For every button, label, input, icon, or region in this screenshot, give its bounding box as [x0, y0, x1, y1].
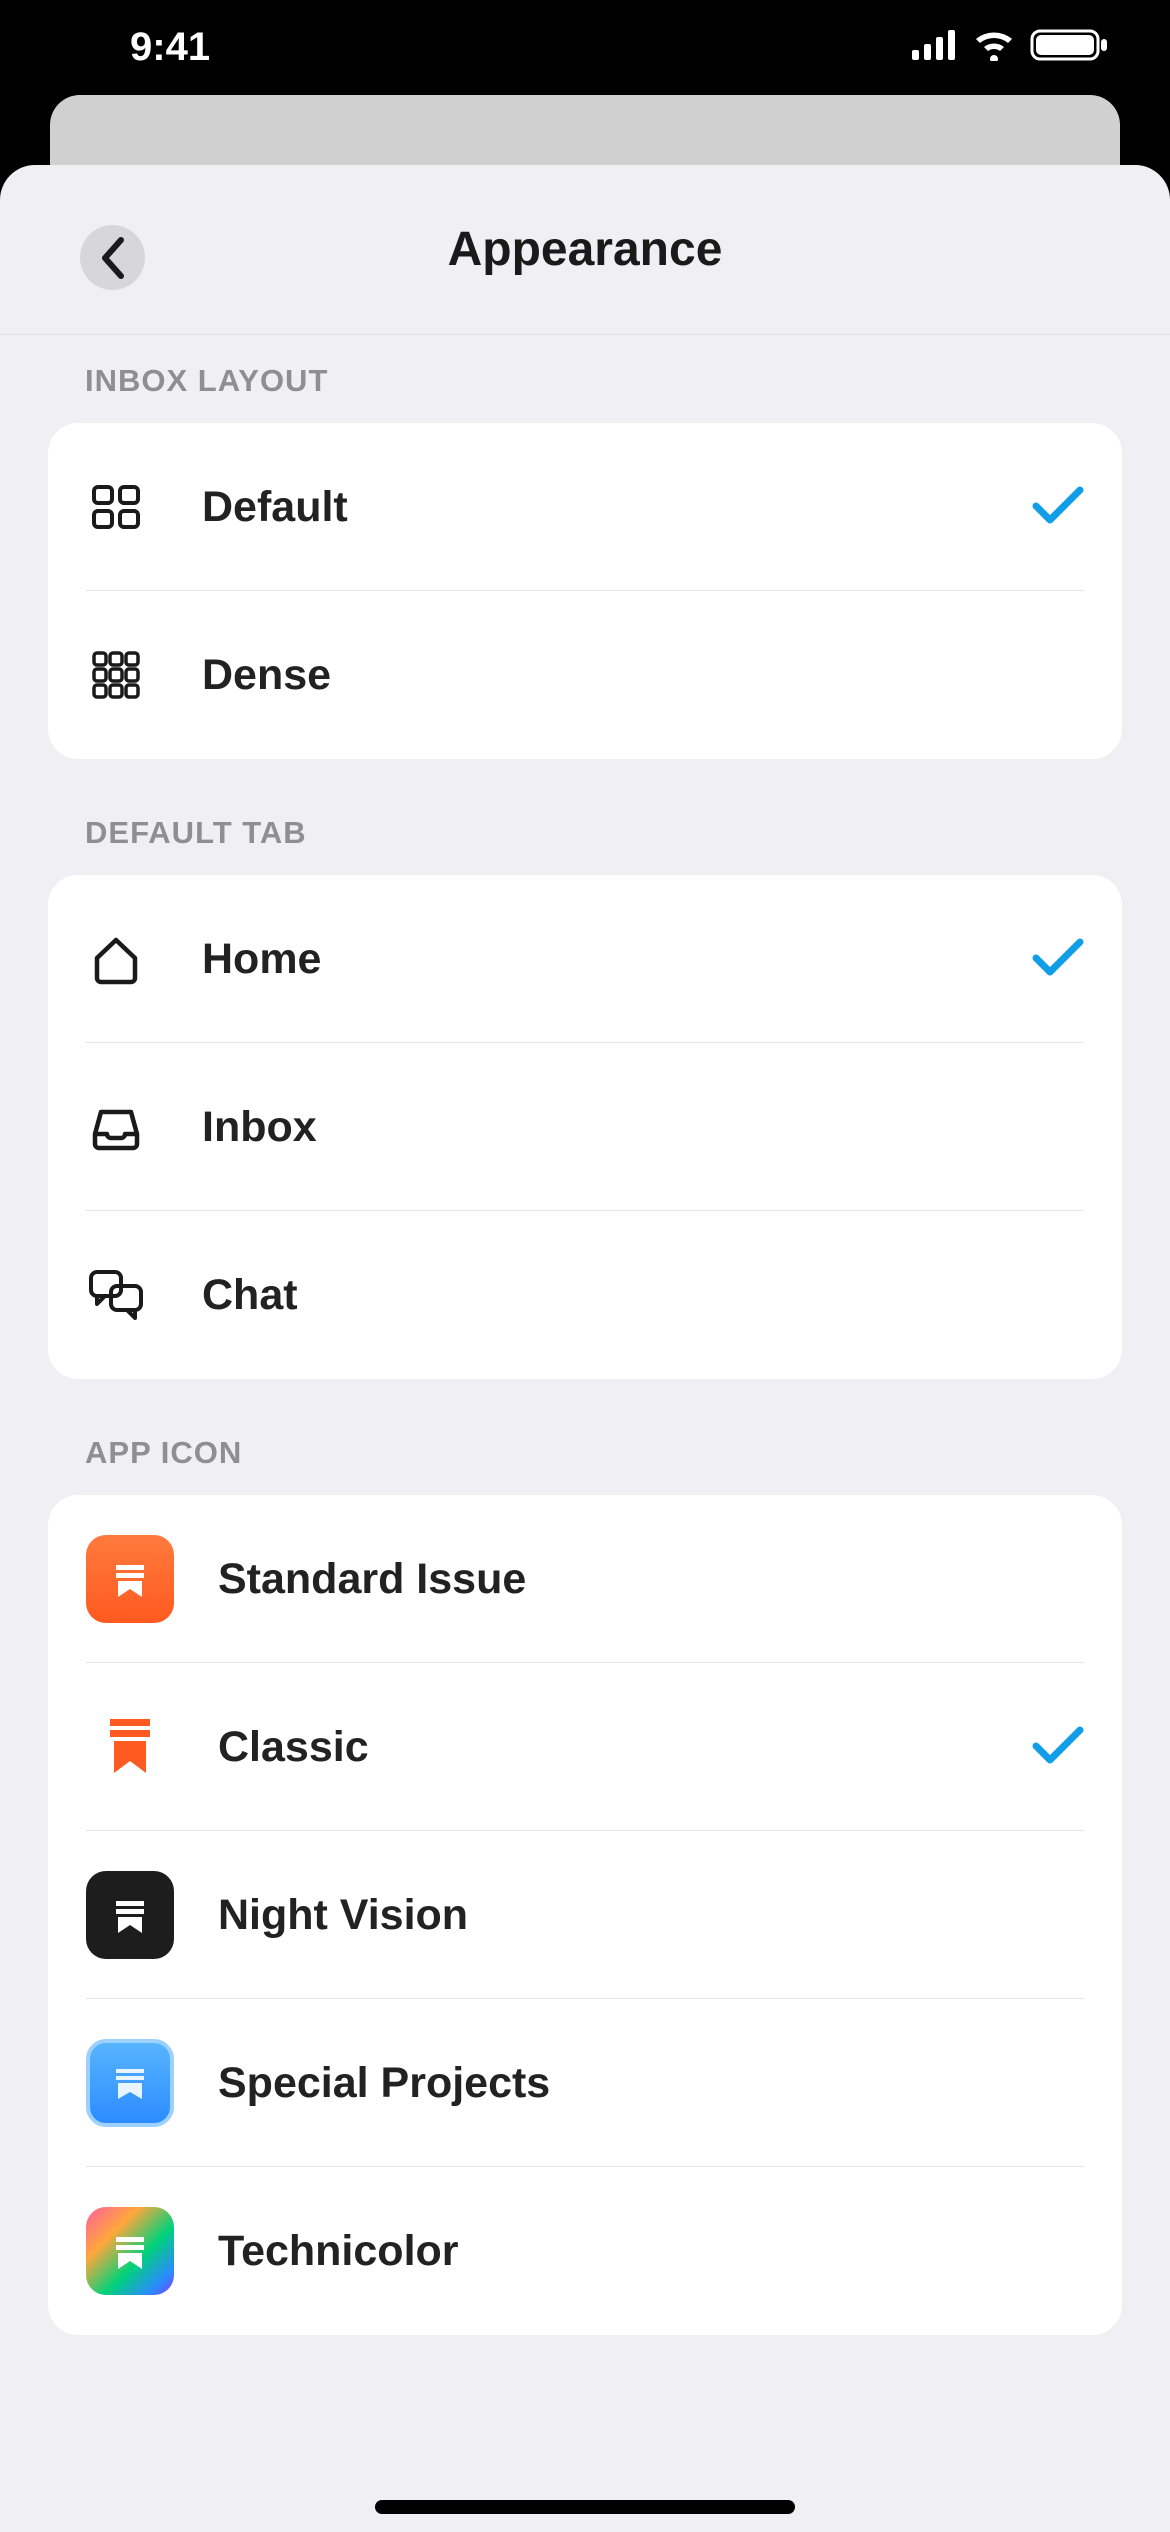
row-label: Technicolor: [218, 2227, 1084, 2276]
row-icon-standard[interactable]: Standard Issue: [48, 1495, 1122, 1663]
app-icon-night: [86, 1871, 174, 1959]
row-label: Chat: [202, 1271, 1084, 1320]
row-label: Inbox: [202, 1103, 1084, 1152]
row-label: Dense: [202, 651, 1084, 700]
app-icon-special: [86, 2039, 174, 2127]
checkmark-icon: [1032, 936, 1084, 983]
section-header-default-tab: DEFAULT TAB: [0, 759, 1170, 875]
group-default-tab: Home Inbox Chat: [48, 875, 1122, 1379]
row-label: Night Vision: [218, 1891, 1084, 1940]
battery-icon: [1030, 27, 1110, 68]
home-indicator: [375, 2500, 795, 2514]
section-header-app-icon: APP ICON: [0, 1379, 1170, 1495]
row-icon-night[interactable]: Night Vision: [48, 1831, 1122, 1999]
row-tab-home[interactable]: Home: [48, 875, 1122, 1043]
wifi-icon: [972, 29, 1016, 66]
cellular-icon: [912, 30, 958, 65]
app-icon-technicolor: [86, 2207, 174, 2295]
group-inbox-layout: Default Dense: [48, 423, 1122, 759]
row-label: Home: [202, 935, 1032, 984]
status-time: 9:41: [130, 25, 210, 70]
row-icon-technicolor[interactable]: Technicolor: [48, 2167, 1122, 2335]
section-header-inbox-layout: INBOX LAYOUT: [0, 335, 1170, 423]
checkmark-icon: [1032, 484, 1084, 531]
background-card: [50, 95, 1120, 175]
chat-icon: [86, 1265, 146, 1325]
nav-bar: Appearance: [0, 165, 1170, 335]
chevron-left-icon: [97, 234, 129, 282]
row-layout-dense[interactable]: Dense: [48, 591, 1122, 759]
app-icon-classic: [86, 1703, 174, 1791]
page-title: Appearance: [448, 222, 723, 277]
row-label: Classic: [218, 1723, 1032, 1772]
row-label: Special Projects: [218, 2059, 1084, 2108]
row-tab-inbox[interactable]: Inbox: [48, 1043, 1122, 1211]
settings-sheet: Appearance INBOX LAYOUT Default Dense DE…: [0, 165, 1170, 2532]
home-icon: [86, 929, 146, 989]
row-layout-default[interactable]: Default: [48, 423, 1122, 591]
app-icon-standard: [86, 1535, 174, 1623]
group-app-icon: Standard Issue Classic Night Vision: [48, 1495, 1122, 2335]
status-indicators: [912, 27, 1110, 68]
status-bar: 9:41: [0, 0, 1170, 95]
row-icon-special[interactable]: Special Projects: [48, 1999, 1122, 2167]
back-button[interactable]: [80, 225, 145, 290]
checkmark-icon: [1032, 1724, 1084, 1771]
grid-2x2-icon: [86, 477, 146, 537]
grid-3x3-icon: [86, 645, 146, 705]
row-label: Default: [202, 483, 1032, 532]
inbox-icon: [86, 1097, 146, 1157]
row-label: Standard Issue: [218, 1555, 1084, 1604]
row-icon-classic[interactable]: Classic: [48, 1663, 1122, 1831]
row-tab-chat[interactable]: Chat: [48, 1211, 1122, 1379]
